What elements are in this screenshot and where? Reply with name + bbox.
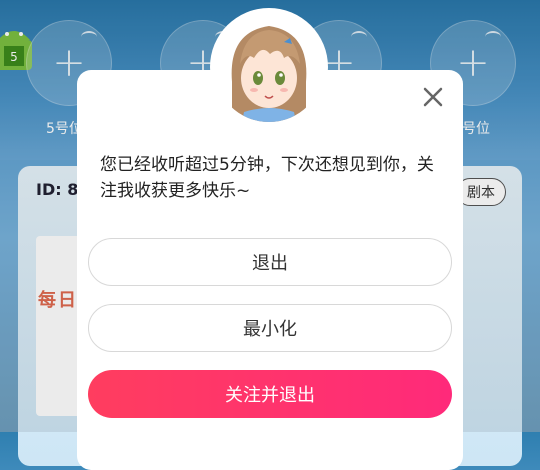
exit-button[interactable]: 退出 xyxy=(88,238,452,286)
avatar xyxy=(214,12,324,122)
dialog-message: 您已经收听超过5分钟，下次还想见到你，关注我收获更多快乐~ xyxy=(100,155,434,201)
anime-girl-icon xyxy=(214,12,324,122)
minimize-button[interactable]: 最小化 xyxy=(88,304,452,352)
follow-and-exit-button[interactable]: 关注并退出 xyxy=(88,370,452,418)
close-icon[interactable] xyxy=(420,84,446,110)
